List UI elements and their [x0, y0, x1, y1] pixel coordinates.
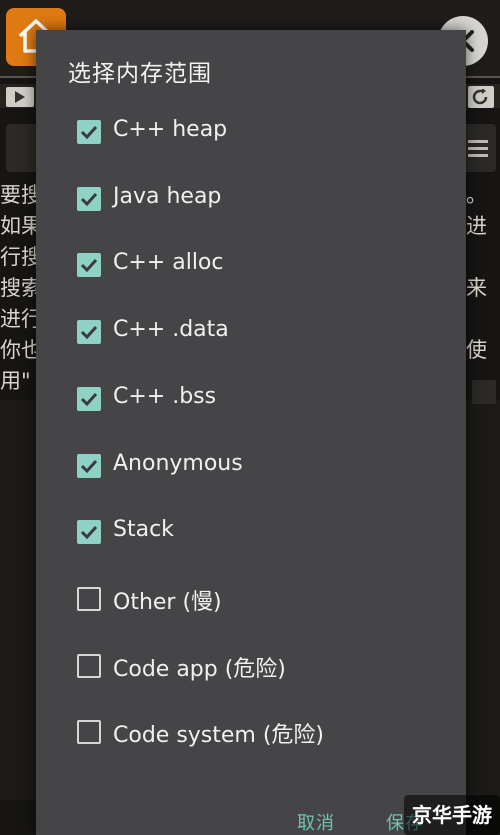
- background-small-button[interactable]: [472, 380, 496, 404]
- memory-option[interactable]: C++ .bss: [36, 369, 466, 429]
- checkbox-unchecked[interactable]: [77, 587, 101, 611]
- option-label: Java heap: [113, 184, 222, 209]
- background-text-line: 进行: [0, 307, 40, 331]
- search-type-box[interactable]: [6, 124, 40, 172]
- background-text-line: 进: [466, 214, 487, 238]
- memory-option[interactable]: C++ heap: [36, 102, 466, 162]
- checkbox-checked[interactable]: [77, 454, 101, 478]
- memory-range-dialog: 选择内存范围 C++ heap Java heap C++ alloc C++ .da…: [36, 30, 466, 835]
- option-label: C++ alloc: [113, 250, 224, 275]
- background-text-line: 你也: [0, 338, 40, 362]
- option-label: C++ .bss: [113, 384, 217, 409]
- memory-option[interactable]: C++ .data: [36, 302, 466, 362]
- checkmark-icon: [80, 325, 98, 340]
- checkmark-icon: [80, 392, 98, 407]
- checkbox-checked[interactable]: [77, 120, 101, 144]
- option-label: Anonymous: [113, 451, 243, 476]
- memory-option[interactable]: Anonymous: [36, 436, 466, 496]
- background-panel-left: [0, 400, 36, 800]
- checkbox-checked[interactable]: [77, 320, 101, 344]
- option-label: Other (慢): [113, 590, 222, 615]
- checkmark-icon: [80, 125, 98, 140]
- background-text-line: 搜索: [0, 276, 40, 300]
- memory-option[interactable]: Code system (危险): [36, 702, 466, 762]
- checkmark-icon: [80, 258, 98, 273]
- checkbox-checked[interactable]: [77, 253, 101, 277]
- background-text-line: 使: [466, 338, 487, 362]
- option-label: Code system (危险): [113, 723, 325, 748]
- memory-option[interactable]: C++ alloc: [36, 235, 466, 295]
- play-button[interactable]: [6, 87, 34, 107]
- memory-option[interactable]: Java heap: [36, 169, 466, 229]
- option-label: C++ .data: [113, 317, 229, 342]
- checkbox-unchecked[interactable]: [77, 720, 101, 744]
- redo-button[interactable]: [468, 86, 494, 108]
- background-panel-right: [466, 400, 500, 800]
- memory-option[interactable]: Code app (危险): [36, 636, 466, 696]
- checkmark-icon: [80, 192, 98, 207]
- background-text-line: 用": [0, 369, 31, 393]
- checkmark-icon: [80, 459, 98, 474]
- background-text-line: [466, 242, 500, 273]
- watermark: 京华手游: [404, 795, 500, 835]
- menu-button[interactable]: [462, 124, 496, 172]
- checkbox-checked[interactable]: [77, 187, 101, 211]
- memory-option[interactable]: Stack: [36, 502, 466, 562]
- redo-icon: [472, 89, 488, 105]
- play-icon: [15, 91, 25, 103]
- background-text-line: 要搜: [0, 183, 40, 207]
- checkbox-unchecked[interactable]: [77, 654, 101, 678]
- background-text-line: 行搜: [0, 245, 40, 269]
- background-instructions-left: 要搜如果行搜搜索进行你也用"要改: [0, 180, 40, 428]
- dialog-title: 选择内存范围: [68, 61, 212, 87]
- checkbox-checked[interactable]: [77, 520, 101, 544]
- option-label: Stack: [113, 517, 174, 542]
- cancel-button[interactable]: 取消: [297, 809, 335, 835]
- background-text-line: 。: [466, 183, 487, 207]
- background-text-line: 如果: [0, 214, 40, 238]
- background-text-line: 来: [466, 276, 487, 300]
- option-label: Code app (危险): [113, 657, 286, 682]
- checkmark-icon: [80, 525, 98, 540]
- background-text-line: [466, 304, 500, 335]
- checkbox-checked[interactable]: [77, 387, 101, 411]
- memory-option[interactable]: Other (慢): [36, 569, 466, 629]
- option-label: C++ heap: [113, 117, 228, 142]
